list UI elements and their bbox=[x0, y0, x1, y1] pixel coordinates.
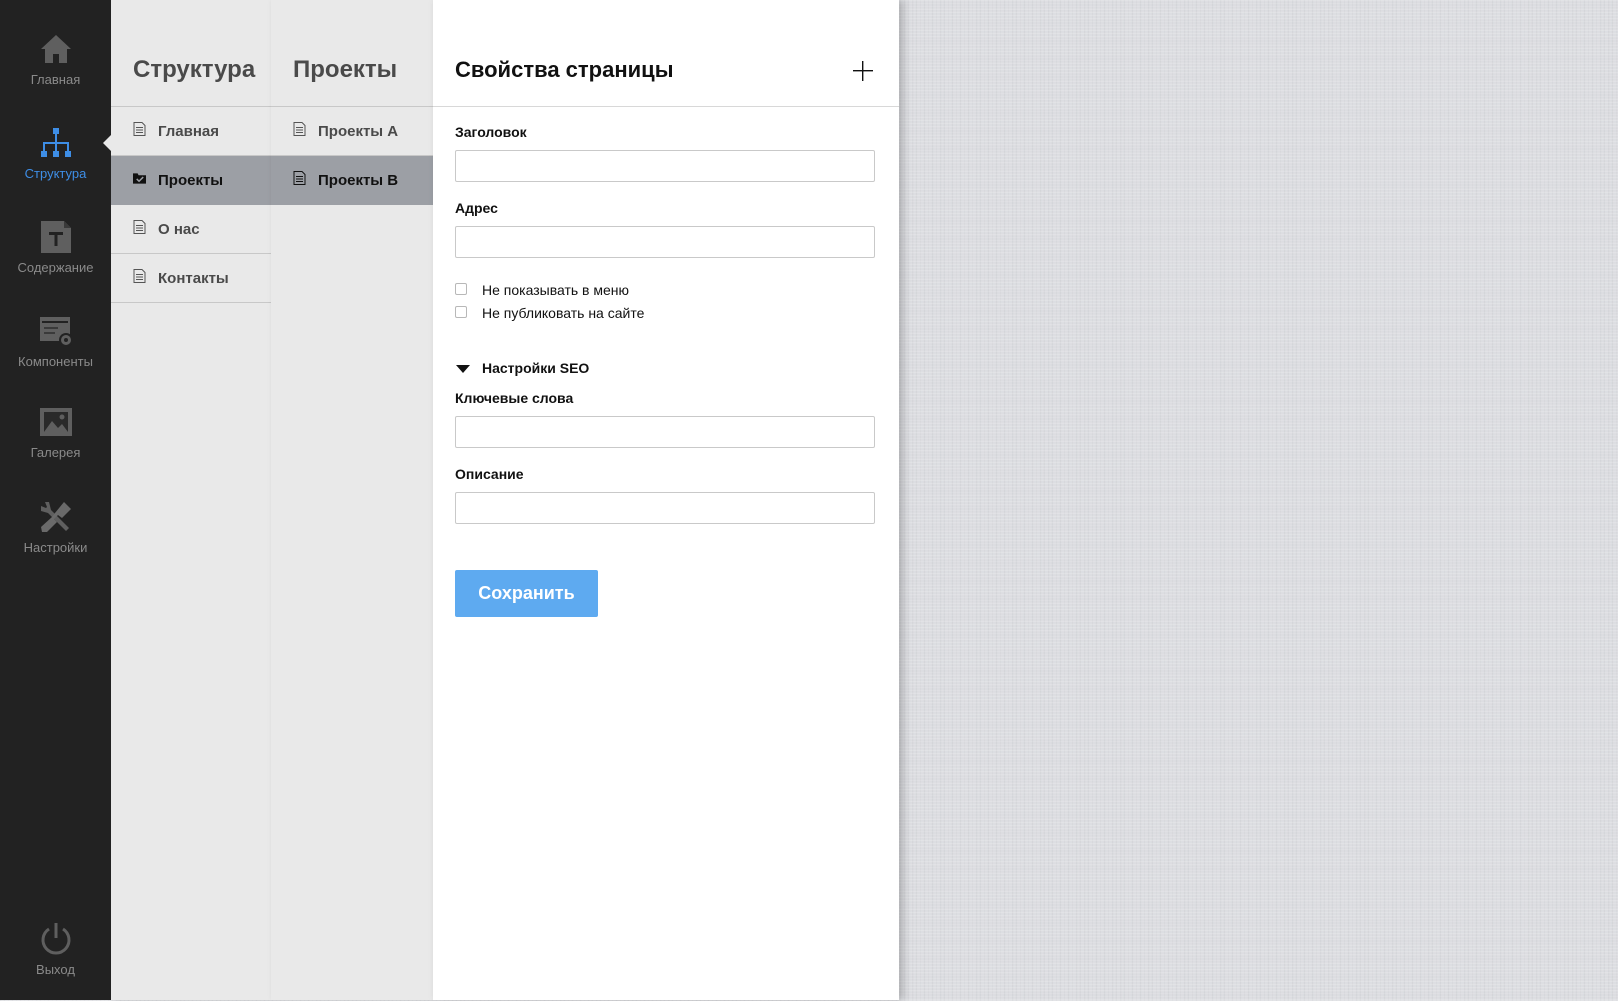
sitemap-icon bbox=[40, 128, 71, 157]
projects-item-a[interactable]: Проекты А bbox=[271, 107, 433, 156]
folder-check-icon bbox=[133, 173, 146, 184]
save-button[interactable]: Сохранить bbox=[455, 570, 598, 617]
triangle-down-icon bbox=[456, 365, 470, 373]
projects-title: Проекты bbox=[293, 56, 398, 83]
document-icon bbox=[293, 171, 306, 185]
home-icon bbox=[40, 35, 71, 63]
sidebar-item-label: Главная bbox=[30, 72, 81, 87]
sidebar-item-label: Компоненты bbox=[18, 354, 93, 369]
document-icon bbox=[133, 269, 146, 283]
active-nav-pointer bbox=[103, 135, 111, 151]
structure-column: Структура Главная Проекты О нас Контакты bbox=[111, 0, 271, 1000]
logout-label: Выход bbox=[36, 962, 75, 977]
sidebar-item-content[interactable]: Содержание bbox=[0, 219, 111, 299]
seo-settings-toggle[interactable]: Настройки SEO bbox=[455, 358, 655, 378]
power-icon bbox=[41, 923, 70, 955]
sidebar-item-label: Галерея bbox=[30, 445, 81, 460]
structure-title: Структура bbox=[133, 56, 256, 83]
main-sidebar: Главная Структура Содержание Компоненты … bbox=[0, 0, 111, 1000]
panel-title: Свойства страницы bbox=[455, 57, 674, 82]
sidebar-item-structure[interactable]: Структура bbox=[0, 125, 111, 205]
projects-list: Проекты А Проекты B bbox=[271, 106, 433, 205]
description-field[interactable] bbox=[455, 492, 875, 524]
structure-item-contacts[interactable]: Контакты bbox=[111, 254, 271, 303]
structure-list: Главная Проекты О нас Контакты bbox=[111, 106, 271, 303]
text-page-icon bbox=[40, 221, 71, 253]
structure-item-projects[interactable]: Проекты bbox=[111, 156, 271, 205]
checkbox-box[interactable] bbox=[455, 306, 467, 318]
plus-icon[interactable] bbox=[851, 59, 875, 83]
title-field[interactable] bbox=[455, 150, 875, 182]
description-field-label: Описание bbox=[455, 466, 524, 482]
list-item-label: Проекты B bbox=[318, 172, 399, 189]
list-item-label: Проекты А bbox=[318, 123, 399, 140]
projects-column: Проекты Проекты А Проекты B bbox=[271, 0, 433, 1000]
seo-toggle-label: Настройки SEO bbox=[482, 360, 590, 376]
list-item-label: Контакты bbox=[158, 270, 229, 287]
document-icon bbox=[293, 122, 306, 136]
list-item-label: Главная bbox=[158, 123, 220, 140]
checkbox-label: Не публиковать на сайте bbox=[482, 305, 645, 321]
logout-button[interactable]: Выход bbox=[0, 921, 111, 1001]
gallery-icon bbox=[39, 408, 72, 436]
sidebar-item-settings[interactable]: Настройки bbox=[0, 499, 111, 579]
structure-item-about[interactable]: О нас bbox=[111, 205, 271, 254]
document-icon bbox=[133, 122, 146, 136]
structure-item-home[interactable]: Главная bbox=[111, 107, 271, 156]
keywords-field-label: Ключевые слова bbox=[455, 390, 574, 406]
sidebar-item-label: Настройки bbox=[23, 540, 88, 555]
sidebar-item-components[interactable]: Компоненты bbox=[0, 313, 111, 393]
sidebar-item-label: Содержание bbox=[17, 260, 94, 275]
list-item-label: О нас bbox=[158, 221, 200, 238]
address-field-label: Адрес bbox=[455, 200, 498, 216]
page-properties-panel: Свойства страницы Заголовок Адрес Не пок… bbox=[433, 0, 899, 1000]
list-item-label: Проекты bbox=[158, 172, 224, 189]
document-icon bbox=[133, 220, 146, 234]
address-field[interactable] bbox=[455, 226, 875, 258]
panel-header: Свойства страницы bbox=[433, 0, 899, 107]
checkbox-label: Не показывать в меню bbox=[482, 282, 630, 298]
title-field-label: Заголовок bbox=[455, 124, 527, 140]
keywords-field[interactable] bbox=[455, 416, 875, 448]
tools-icon bbox=[40, 502, 71, 532]
sidebar-item-label: Структура bbox=[24, 166, 87, 181]
projects-item-b[interactable]: Проекты B bbox=[271, 156, 433, 205]
sidebar-item-home[interactable]: Главная bbox=[0, 31, 111, 111]
components-icon bbox=[39, 317, 73, 347]
checkbox-box[interactable] bbox=[455, 283, 467, 295]
sidebar-item-gallery[interactable]: Галерея bbox=[0, 404, 111, 484]
